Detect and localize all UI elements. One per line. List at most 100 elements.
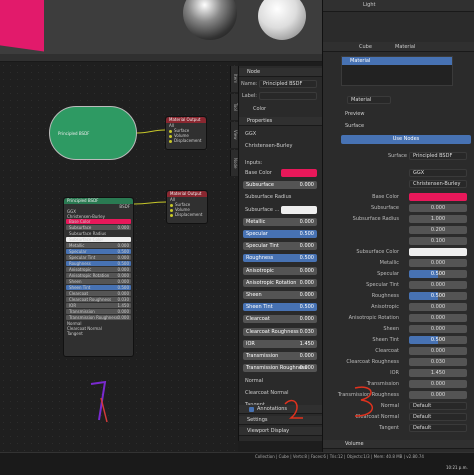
- metal-sphere[interactable]: [183, 0, 237, 40]
- prop-field-9[interactable]: 0.500: [409, 292, 467, 300]
- prop-dropdown-20[interactable]: Default: [409, 413, 467, 421]
- npanel-input-11[interactable]: Sheen Tint 0.500: [243, 303, 317, 312]
- prop-field-1[interactable]: 0.000: [409, 204, 467, 212]
- node-socket[interactable]: Displacement: [167, 212, 207, 217]
- node-input-row[interactable]: Anisotropic 0.000: [66, 267, 131, 272]
- annotations-checkbox[interactable]: [249, 407, 254, 412]
- npanel-input-10[interactable]: Sheen 0.000: [243, 291, 317, 299]
- breadcrumb-object[interactable]: Cube: [359, 44, 372, 52]
- node-input-row[interactable]: Specular Tint 0.000: [66, 255, 131, 260]
- prop-field-10[interactable]: 0.000: [409, 303, 467, 311]
- prop-field-6[interactable]: 0.000: [409, 259, 467, 267]
- principled-bsdf-node[interactable]: Principled BSDF BSDF GGX Christensen-Bur…: [63, 197, 134, 357]
- npanel-input-1[interactable]: Subsurface 0.000: [243, 181, 317, 190]
- material-slot-list[interactable]: Material: [341, 56, 453, 86]
- prop-field-2[interactable]: 1.000: [409, 215, 467, 223]
- prop-field-11[interactable]: 0.000: [409, 314, 467, 322]
- input-label: Subsurface: [246, 182, 274, 189]
- node-input-row[interactable]: Tangent: [64, 331, 133, 336]
- color-toggle[interactable]: Color: [253, 106, 266, 114]
- node-input-row[interactable]: Anisotropic Rotation 0.000: [66, 273, 131, 278]
- node-editor[interactable]: Principled BSDF Material Output All Surf…: [0, 62, 238, 452]
- viewport-3d[interactable]: [0, 0, 322, 62]
- input-label: Roughness: [246, 255, 274, 262]
- node-input-row[interactable]: Subsurface Color: [66, 237, 131, 242]
- input-value: 0.500: [117, 249, 129, 254]
- viewport-display-header[interactable]: Viewport Display: [239, 427, 323, 436]
- node-input-row[interactable]: Base Color: [66, 219, 131, 224]
- distribution-dropdown[interactable]: GGX: [409, 169, 467, 177]
- subsurface-method-dropdown[interactable]: Christensen-Burley: [409, 180, 467, 188]
- preview-panel[interactable]: Preview: [345, 111, 364, 119]
- node-input-row[interactable]: Sheen Tint 0.500: [66, 285, 131, 290]
- npanel-input-6[interactable]: Specular Tint 0.000: [243, 242, 317, 251]
- use-nodes-button[interactable]: Use Nodes: [341, 135, 471, 144]
- node-socket[interactable]: Displacement: [166, 138, 206, 143]
- input-value: 0.000: [117, 267, 129, 272]
- input-value: 1.450: [299, 340, 314, 347]
- node-input-row[interactable]: Metallic 0.000: [66, 243, 131, 248]
- node-input-row[interactable]: Sheen 0.000: [66, 279, 131, 284]
- node-input-row[interactable]: Specular 0.500: [66, 249, 131, 254]
- prop-dropdown-21[interactable]: Default: [409, 424, 467, 432]
- input-label: Metallic: [246, 218, 266, 225]
- npanel-input-13[interactable]: Clearcoat Roughness 0.030: [243, 327, 317, 336]
- npanel-color-swatch-3[interactable]: [281, 205, 317, 214]
- prop-field-16[interactable]: 1.450: [409, 369, 467, 377]
- node-input-row[interactable]: Clearcoat 0.000: [66, 291, 131, 296]
- node-input-row[interactable]: Transmission Roughness 0.000: [66, 315, 131, 320]
- npanel-color-swatch-0[interactable]: [281, 169, 317, 177]
- npanel-input-5[interactable]: Specular 0.500: [243, 230, 317, 238]
- prop-field-12[interactable]: 0.000: [409, 325, 467, 333]
- material-output-node-small[interactable]: Material Output All Surface Volume Displac…: [165, 116, 207, 150]
- node-input-row[interactable]: Roughness 0.500: [66, 261, 131, 266]
- input-value: 0.000: [299, 353, 314, 359]
- prop-field-8[interactable]: 0.000: [409, 281, 467, 289]
- npanel-input-15[interactable]: Transmission 0.000: [243, 352, 317, 360]
- npanel-input-8[interactable]: Anisotropic 0.000: [243, 266, 317, 275]
- prop-field-17[interactable]: 0.000: [409, 380, 467, 388]
- sidebar-tab-node[interactable]: Node: [230, 150, 238, 176]
- surface-panel[interactable]: Surface: [345, 123, 364, 131]
- npanel-input-14[interactable]: IOR 1.450: [243, 339, 317, 348]
- prop-field-15[interactable]: 0.030: [409, 358, 467, 366]
- node-header[interactable]: Node: [239, 68, 323, 77]
- prop-field-0[interactable]: [409, 193, 467, 201]
- npanel-input-2[interactable]: Subsurface Radius: [245, 194, 291, 202]
- node-input-row[interactable]: Clearcoat Roughness 0.030: [66, 297, 131, 302]
- node-input-row[interactable]: IOR 1.450: [66, 303, 131, 308]
- node-input-row[interactable]: Transmission 0.000: [66, 309, 131, 314]
- prop-field-18[interactable]: 0.000: [409, 391, 467, 399]
- npanel-input-9[interactable]: Anisotropic Rotation 0.000: [243, 278, 317, 287]
- breadcrumb-material[interactable]: Material: [395, 44, 415, 52]
- volume-panel[interactable]: Volume: [323, 440, 474, 449]
- white-sphere[interactable]: [258, 0, 306, 40]
- label-field[interactable]: [259, 92, 317, 100]
- prop-field-3[interactable]: 0.200: [409, 226, 467, 234]
- npanel-input-16[interactable]: Transmission Roughness 0.000: [243, 364, 317, 373]
- prop-field-4[interactable]: 0.100: [409, 237, 467, 245]
- sidebar-tab-view[interactable]: View: [230, 122, 238, 148]
- sidebar-tab-item[interactable]: Item: [230, 66, 238, 92]
- npanel-socket-0[interactable]: Normal: [245, 378, 263, 386]
- node-input-row[interactable]: Subsurface 0.000: [66, 225, 131, 230]
- surface-dropdown[interactable]: Principled BSDF: [409, 152, 467, 160]
- subsurface-method-dropdown[interactable]: Christensen-Burley: [245, 143, 292, 151]
- node-input-row[interactable]: Subsurface Radius: [66, 231, 131, 236]
- cube-object[interactable]: [0, 0, 44, 52]
- name-field[interactable]: Principled BSDF: [259, 80, 317, 88]
- material-output-node-large[interactable]: Material Output All Surface Volume Displac…: [166, 190, 208, 224]
- npanel-input-12[interactable]: Clearcoat 0.000: [243, 315, 317, 324]
- prop-field-7[interactable]: 0.500: [409, 270, 467, 278]
- material-name-field[interactable]: Material: [347, 96, 391, 104]
- material-slot[interactable]: Material: [342, 57, 452, 65]
- sidebar-tab-tool[interactable]: Tool: [230, 94, 238, 120]
- properties-header[interactable]: Properties: [239, 117, 323, 126]
- npanel-input-7[interactable]: Roughness 0.500: [243, 254, 317, 263]
- prop-field-5[interactable]: [409, 248, 467, 256]
- prop-field-14[interactable]: 0.000: [409, 347, 467, 355]
- prop-dropdown-19[interactable]: Default: [409, 402, 467, 410]
- npanel-input-4[interactable]: Metallic 0.000: [243, 217, 317, 226]
- prop-field-13[interactable]: 0.500: [409, 336, 467, 344]
- distribution-dropdown[interactable]: GGX: [245, 131, 256, 139]
